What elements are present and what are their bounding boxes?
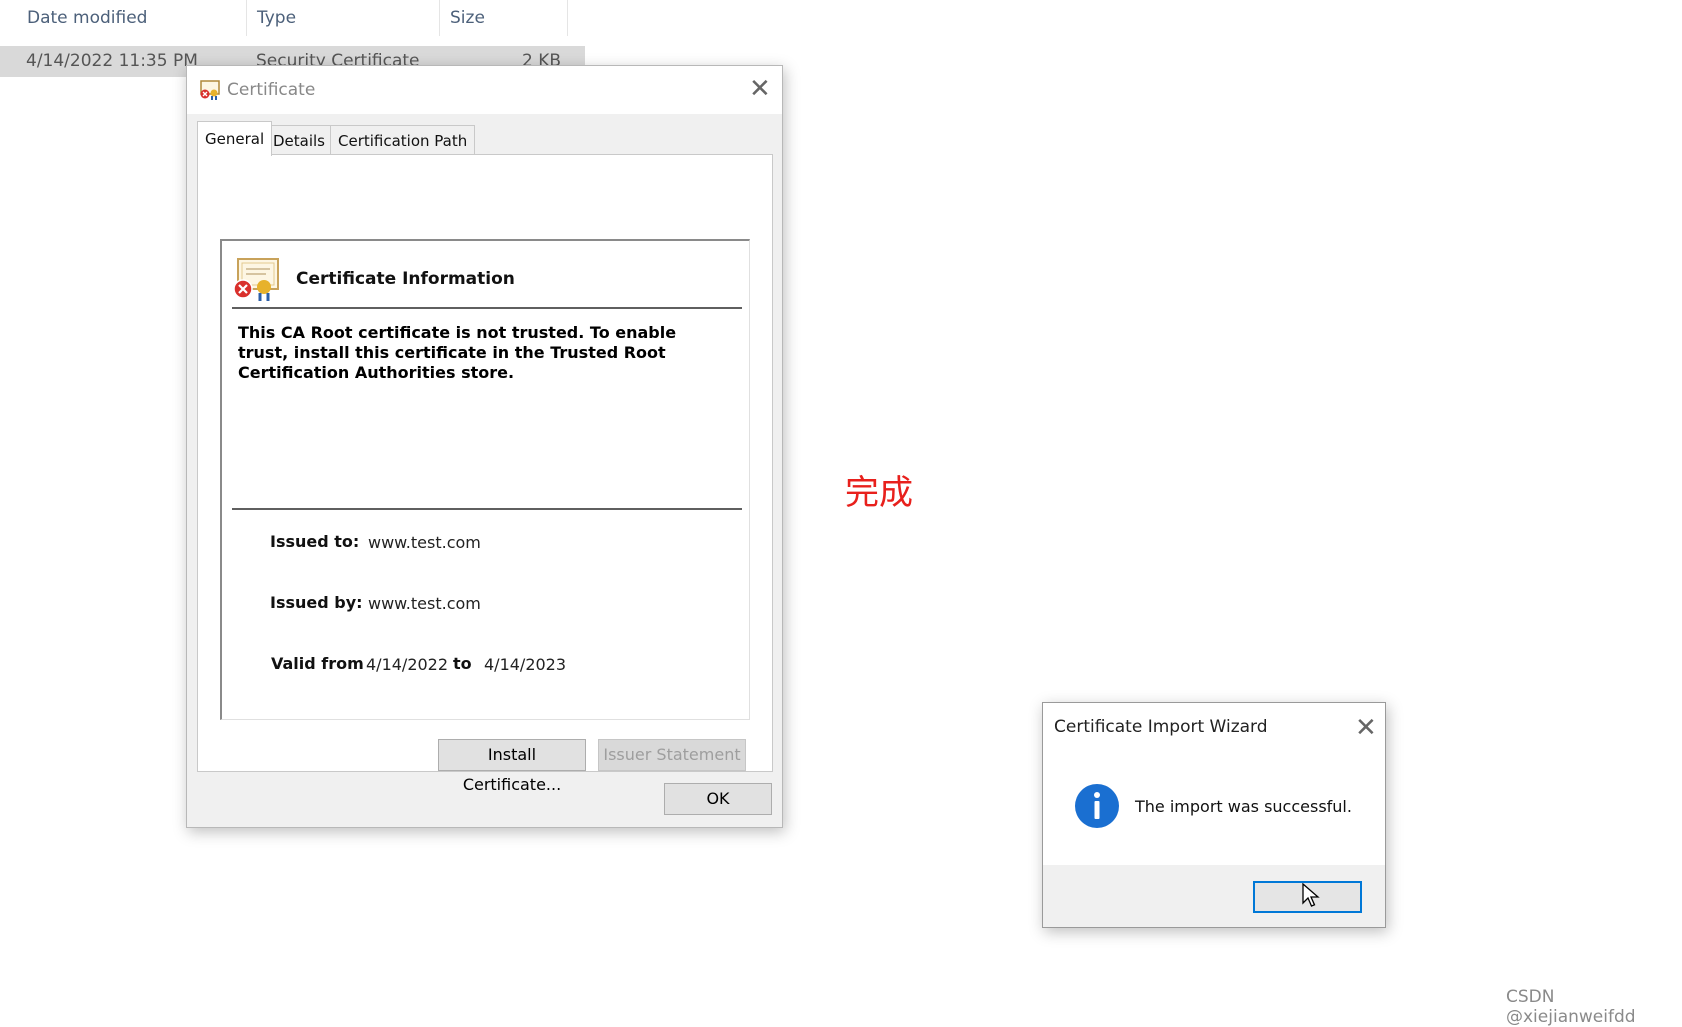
certificate-icon <box>200 80 220 100</box>
valid-to-value: 4/14/2023 <box>484 655 567 674</box>
ok-button[interactable]: OK <box>664 783 772 815</box>
trust-warning-text: This CA Root certificate is not trusted.… <box>238 323 677 382</box>
general-tab-panel: Certificate Information This CA Root cer… <box>197 154 773 794</box>
column-date-modified[interactable]: Date modified <box>17 0 247 36</box>
divider <box>232 508 742 510</box>
column-size[interactable]: Size <box>440 0 568 36</box>
certificate-information-box: Certificate Information This CA Root cer… <box>220 239 750 720</box>
watermark: CSDN @xiejianweifdd <box>1506 987 1636 1027</box>
issuer-statement-button[interactable]: Issuer Statement <box>598 739 746 771</box>
issued-to-value: www.test.com <box>368 533 481 552</box>
tab-details[interactable]: Details <box>265 125 334 155</box>
wizard-ok-button[interactable] <box>1253 881 1362 913</box>
certificate-dialog: Certificate ✕ General Details Certificat… <box>186 65 783 828</box>
issued-to-label: Issued to: <box>270 532 360 551</box>
file-list-header: Date modified Type Size <box>0 0 590 36</box>
certificate-titlebar: Certificate ✕ <box>187 66 782 114</box>
import-wizard-dialog: Certificate Import Wizard ✕ The import w… <box>1042 702 1386 928</box>
valid-to-label: to <box>453 654 472 673</box>
tab-certification-path[interactable]: Certification Path <box>330 125 476 155</box>
mouse-cursor-icon <box>1302 883 1320 907</box>
valid-from-value: 4/14/2022 <box>366 655 449 674</box>
import-success-message: The import was successful. <box>1135 797 1352 816</box>
completion-annotation: 完成 <box>845 473 913 513</box>
certificate-error-icon <box>233 258 279 301</box>
close-icon[interactable]: ✕ <box>749 76 771 102</box>
valid-from-label: Valid from <box>271 654 364 673</box>
certificate-dialog-title: Certificate <box>227 80 316 100</box>
file-date: 4/14/2022 11:35 PM <box>26 51 198 71</box>
issued-by-label: Issued by: <box>270 593 363 612</box>
info-icon <box>1075 784 1119 828</box>
tab-general[interactable]: General <box>197 121 273 156</box>
import-wizard-content: Certificate Import Wizard ✕ The import w… <box>1043 703 1385 865</box>
close-icon[interactable]: ✕ <box>1355 715 1377 741</box>
divider <box>232 307 742 309</box>
install-certificate-button[interactable]: Install Certificate... <box>438 739 586 794</box>
column-type[interactable]: Type <box>247 0 440 36</box>
certificate-information-heading: Certificate Information <box>296 269 515 289</box>
import-wizard-title: Certificate Import Wizard <box>1054 717 1268 737</box>
issued-by-value: www.test.com <box>368 594 481 613</box>
